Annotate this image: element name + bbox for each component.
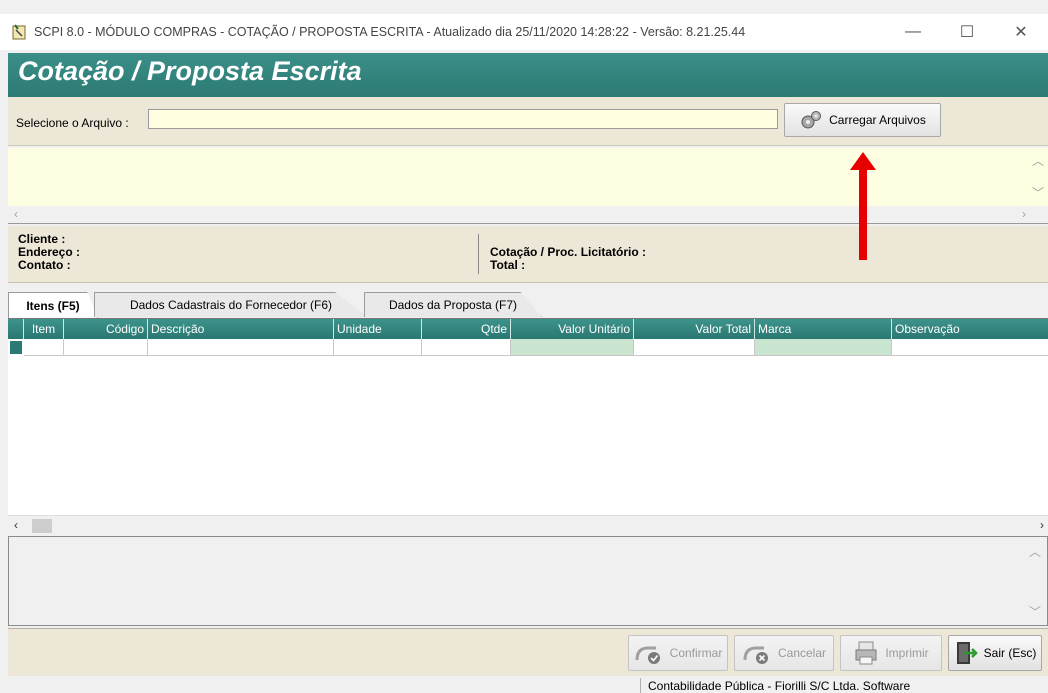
scroll-up-icon[interactable]: ︿ (1032, 152, 1044, 169)
col-qtde[interactable]: Qtde (422, 319, 511, 339)
col-codigo[interactable]: Código (64, 319, 148, 339)
notes-scroll-up-icon[interactable]: ︿ (1029, 543, 1041, 560)
title-bar: SCPI 8.0 - MÓDULO COMPRAS - COTAÇÃO / PR… (0, 14, 1048, 50)
col-descricao[interactable]: Descrição (148, 319, 334, 339)
app-icon (12, 24, 26, 40)
notes-scroll-down-icon[interactable]: ﹀ (1029, 603, 1041, 620)
cell-valor-total[interactable] (634, 339, 755, 356)
status-text: Contabilidade Pública - Fiorilli S/C Ltd… (648, 679, 911, 693)
message-hscrollbar[interactable]: ‹ › (8, 206, 1048, 223)
file-selector-row: Selecione o Arquivo : Carregar Arquivos (8, 97, 1048, 146)
maximize-button[interactable]: ☐ (940, 14, 994, 50)
cell-valor-unitario[interactable] (511, 339, 634, 356)
message-area[interactable]: ︿ ﹀ ‹ › (8, 148, 1048, 224)
total-label: Total : (490, 258, 526, 272)
exit-label: Sair (Esc) (983, 646, 1037, 660)
close-button[interactable]: ✕ (994, 14, 1048, 50)
cell-observacao[interactable] (892, 339, 1048, 356)
load-files-button[interactable]: Carregar Arquivos (784, 103, 941, 137)
table-row[interactable] (8, 339, 1048, 356)
row-indicator-header (8, 319, 24, 339)
cell-marca[interactable] (755, 339, 892, 356)
tab-dados-proposta[interactable]: Dados da Proposta (F7) (364, 292, 542, 317)
col-unidade[interactable]: Unidade (334, 319, 422, 339)
bottom-toolbar: Confirmar Cancelar Imprimir Sair (Esc) (8, 628, 1048, 677)
contato-label: Contato : (18, 258, 71, 272)
scroll-right-icon[interactable]: › (1022, 207, 1026, 221)
cell-descricao[interactable] (148, 339, 334, 356)
grid-scroll-thumb[interactable] (32, 519, 52, 533)
exit-door-icon (956, 642, 978, 664)
load-files-label: Carregar Arquivos (829, 113, 926, 127)
gears-icon (801, 111, 822, 129)
items-grid[interactable]: Item Código Descrição Unidade Qtde Valor… (8, 318, 1048, 536)
notes-area[interactable]: ︿ ﹀ (8, 536, 1048, 626)
cell-unidade[interactable] (334, 339, 422, 356)
col-valor-unitario[interactable]: Valor Unitário (511, 319, 634, 339)
printer-icon (855, 641, 877, 665)
window-title: SCPI 8.0 - MÓDULO COMPRAS - COTAÇÃO / PR… (34, 25, 746, 39)
exit-button[interactable]: Sair (Esc) (948, 635, 1042, 671)
app-window: SCPI 8.0 - MÓDULO COMPRAS - COTAÇÃO / PR… (0, 0, 1048, 693)
tab-bar: Itens (F5) Dados Cadastrais do Fornecedo… (8, 292, 1048, 318)
file-input[interactable] (148, 109, 778, 129)
page-title: Cotação / Proposta Escrita (18, 56, 362, 86)
confirm-button[interactable]: Confirmar (628, 635, 728, 671)
scroll-down-icon[interactable]: ﹀ (1032, 184, 1044, 201)
cancel-label: Cancelar (777, 646, 827, 660)
grid-header: Item Código Descrição Unidade Qtde Valor… (8, 319, 1048, 339)
grid-hscrollbar[interactable]: ‹ › (8, 515, 1048, 536)
col-valor-total[interactable]: Valor Total (634, 319, 755, 339)
cell-item[interactable] (24, 339, 64, 356)
tab-itens[interactable]: Itens (F5) (8, 292, 98, 318)
print-button[interactable]: Imprimir (840, 635, 942, 671)
info-divider (478, 234, 479, 274)
file-label: Selecione o Arquivo : (16, 116, 129, 130)
client-info: Cliente : Endereço : Contato : Cotação /… (8, 226, 1048, 283)
grid-scroll-left-icon[interactable]: ‹ (14, 518, 18, 532)
col-item[interactable]: Item (24, 319, 64, 339)
cell-codigo[interactable] (64, 339, 148, 356)
minimize-button[interactable]: — (886, 14, 940, 50)
page-header: Cotação / Proposta Escrita (8, 53, 1048, 97)
red-arrow-annotation (850, 152, 876, 260)
cancel-button[interactable]: Cancelar (734, 635, 834, 671)
col-observacao[interactable]: Observação (892, 319, 1048, 339)
scroll-left-icon[interactable]: ‹ (14, 207, 18, 221)
print-label: Imprimir (885, 646, 929, 660)
cancel-icon (743, 646, 768, 664)
confirm-label: Confirmar (669, 646, 723, 660)
tab-dados-cadastrais[interactable]: Dados Cadastrais do Fornecedor (F6) (94, 292, 368, 317)
status-separator (640, 678, 641, 693)
col-marca[interactable]: Marca (755, 319, 892, 339)
grid-scroll-right-icon[interactable]: › (1040, 518, 1044, 532)
confirm-icon (635, 646, 660, 664)
cell-qtde[interactable] (422, 339, 511, 356)
status-bar: Contabilidade Pública - Fiorilli S/C Ltd… (0, 676, 1048, 693)
row-indicator[interactable] (8, 339, 24, 356)
